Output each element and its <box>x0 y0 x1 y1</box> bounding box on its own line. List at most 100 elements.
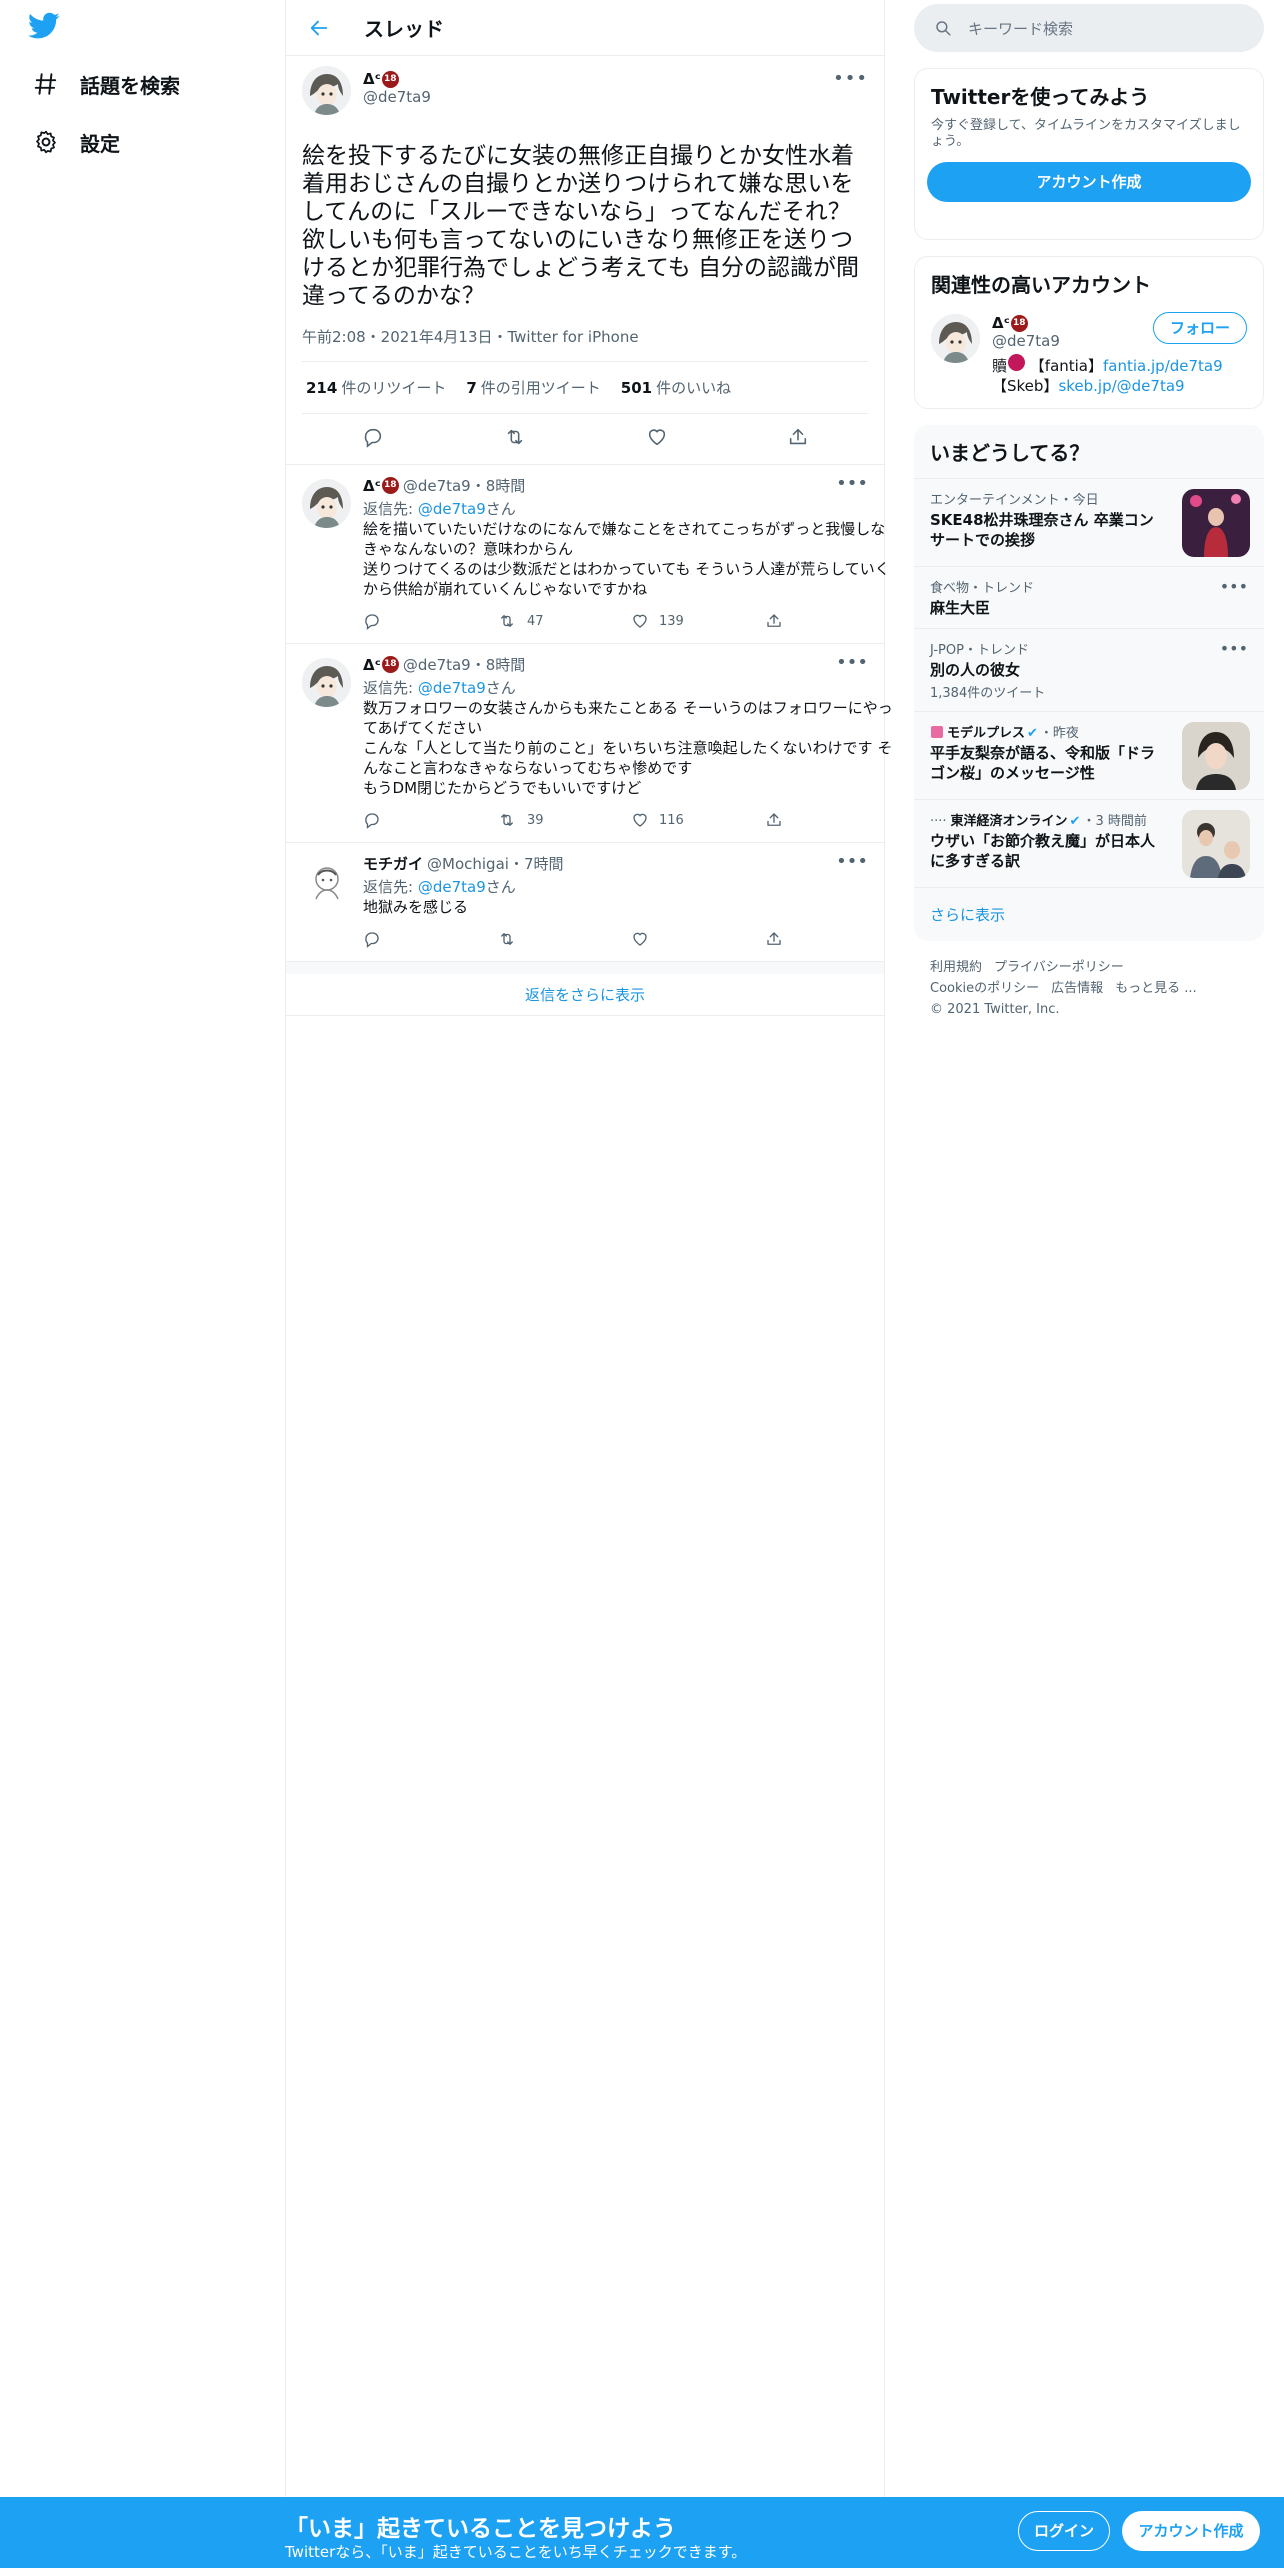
trend-item[interactable]: 食べ物・トレンド 麻生大臣 ••• <box>914 566 1264 628</box>
skeb-link[interactable]: skeb.jp/@de7ta9 <box>1058 377 1184 395</box>
retweet-count[interactable]: 214 件のリツイート <box>306 377 446 398</box>
share-button[interactable] <box>765 612 899 630</box>
reply-button[interactable] <box>363 811 497 829</box>
nav-explore[interactable]: 話題を検索 <box>30 64 180 104</box>
reply-button[interactable] <box>363 930 497 948</box>
display-name[interactable]: Δᶜ 18 <box>363 70 431 88</box>
reply-to-link[interactable]: @de7ta9 <box>418 878 486 896</box>
trend-item[interactable]: J-POP・トレンド 別の人の彼女 1,384件のツイート ••• <box>914 628 1264 711</box>
trend-thumbnail <box>1182 489 1250 557</box>
gear-icon <box>30 126 62 158</box>
news-thumbnail <box>1182 722 1250 790</box>
retweet-icon[interactable] <box>503 426 527 452</box>
trend-meta: J-POP・トレンド <box>930 643 1029 658</box>
share-button[interactable] <box>765 930 899 948</box>
trend-meta: 食べ物・トレンド <box>930 581 1035 596</box>
avatar[interactable] <box>302 479 351 528</box>
reply-text: 地獄みを感じる <box>363 898 469 916</box>
more-icon[interactable]: ••• <box>836 473 868 494</box>
tweet-timestamp[interactable]: 午前2:08・2021年4月13日・Twitter for iPhone <box>302 326 868 362</box>
signup-button[interactable]: アカウント作成 <box>927 162 1251 202</box>
display-name[interactable]: Δᶜ 18 <box>363 477 399 495</box>
nav-settings[interactable]: 設定 <box>30 122 120 162</box>
like-icon[interactable] <box>646 426 668 452</box>
join-title: Twitterを使ってみよう <box>931 85 1150 109</box>
avatar[interactable] <box>302 66 351 115</box>
author-handle[interactable]: @de7ta9 <box>403 477 471 495</box>
avatar[interactable] <box>302 857 351 906</box>
related-accounts-card: 関連性の高いアカウント Δᶜ 18 @de7ta9 贖 【fantia】fanti… <box>914 256 1264 409</box>
bio-text: 【Skeb】 <box>992 377 1059 395</box>
reply-icon[interactable] <box>362 426 384 452</box>
like-icon <box>633 813 647 827</box>
more-icon[interactable]: ••• <box>833 68 868 89</box>
retweet-count-value: 214 <box>306 379 338 397</box>
signup-button[interactable]: アカウント作成 <box>1122 2511 1260 2551</box>
footer-link[interactable]: プライバシーポリシー <box>994 960 1124 975</box>
author-handle[interactable]: @de7ta9 <box>363 88 431 106</box>
like-button[interactable]: 139 <box>631 612 765 630</box>
author-names: Δᶜ 18 @de7ta9 <box>363 66 431 106</box>
reply-header: Δᶜ 18 @de7ta9 ・8時間 <box>363 654 899 675</box>
reply-time[interactable]: ・7時間 <box>509 853 564 874</box>
reply-to-prefix: 返信先: <box>363 500 418 518</box>
share-icon[interactable] <box>787 426 809 452</box>
back-arrow-icon[interactable] <box>304 13 334 43</box>
footer-link[interactable]: Cookieのポリシー <box>930 981 1039 996</box>
display-name[interactable]: モチガイ <box>363 853 423 874</box>
search-input[interactable]: キーワード検索 <box>914 4 1264 52</box>
reply-tweet[interactable]: Δᶜ 18 @de7ta9 ・8時間 返信先: @de7ta9さん 絵を描いていた… <box>286 465 890 644</box>
twitter-bird-icon[interactable] <box>28 12 68 44</box>
author-handle[interactable]: @Mochigai <box>427 855 509 873</box>
share-button[interactable] <box>765 811 899 829</box>
reply-time[interactable]: ・8時間 <box>471 475 526 496</box>
tweet-text: 絵を投下するたびに女装の無修正自撮りとか女性水着着用おじさんの自撮りとか送りつけ… <box>302 143 860 309</box>
reply-to-link[interactable]: @de7ta9 <box>418 500 486 518</box>
more-icon[interactable]: ••• <box>1220 577 1248 596</box>
news-title: 平手友梨奈が語る、令和版「ドラゴン桜」のメッセージ性 <box>930 744 1156 782</box>
verified-icon: ✔ <box>1069 814 1081 829</box>
avatar[interactable] <box>931 314 980 363</box>
more-icon[interactable]: ••• <box>836 652 868 673</box>
reply-tweet[interactable]: Δᶜ 18 @de7ta9 ・8時間 返信先: @de7ta9さん 数万フォロワー… <box>286 644 893 843</box>
reply-to-link[interactable]: @de7ta9 <box>418 679 486 697</box>
more-icon[interactable]: ••• <box>1220 639 1248 658</box>
login-button[interactable]: ログイン <box>1018 2511 1110 2551</box>
retweet-button[interactable] <box>497 930 631 948</box>
tweet-actions <box>302 414 868 464</box>
news-source: モデルプレス <box>947 726 1026 741</box>
avatar[interactable] <box>302 658 351 707</box>
like-button[interactable]: 116 <box>631 811 765 829</box>
more-icon[interactable]: ••• <box>836 851 868 872</box>
reply-tweet[interactable]: モチガイ @Mochigai ・7時間 返信先: @de7ta9さん 地獄みを感… <box>286 843 884 962</box>
reply-time[interactable]: ・8時間 <box>471 654 526 675</box>
join-subtitle: 今すぐ登録して、タイムラインをカスタマイズしましょう。 <box>931 118 1241 149</box>
news-time: ・昨夜 <box>1039 726 1079 741</box>
footer-link[interactable]: もっと見る ... <box>1115 981 1197 996</box>
footer-link[interactable]: 広告情報 <box>1051 981 1103 996</box>
like-button[interactable] <box>631 930 765 948</box>
related-title: 関連性の高いアカウント <box>931 273 1151 297</box>
retweet-button[interactable]: 39 <box>497 811 631 829</box>
share-icon <box>767 932 781 945</box>
display-name[interactable]: Δᶜ 18 <box>363 656 399 674</box>
retweet-count: 47 <box>527 613 544 629</box>
like-count[interactable]: 501 件のいいね <box>621 377 731 398</box>
like-count: 116 <box>659 812 684 828</box>
reply-button[interactable] <box>363 612 497 630</box>
author-handle[interactable]: @de7ta9 <box>403 656 471 674</box>
reply-to-prefix: 返信先: <box>363 878 418 896</box>
trend-item[interactable]: エンターテインメント・今日 SKE48松井珠理奈さん 卒業コンサートでの挨拶 <box>914 478 1264 566</box>
footer-link[interactable]: 利用規約 <box>930 960 982 975</box>
show-more-replies-link[interactable]: 返信をさらに表示 <box>286 962 884 1016</box>
news-item[interactable]: モデルプレス ✔ ・昨夜 平手友梨奈が語る、令和版「ドラゴン桜」のメッセージ性 <box>914 711 1264 799</box>
fantia-link[interactable]: fantia.jp/de7ta9 <box>1103 357 1223 375</box>
age-18-badge: 18 <box>381 656 399 673</box>
quote-count[interactable]: 7 件の引用ツイート <box>466 377 600 398</box>
retweet-button[interactable]: 47 <box>497 612 631 630</box>
news-item[interactable]: ···· 東洋経済オンライン ✔ ・3 時間前 ウザい「お節介教え魔」が日本人に多すぎ… <box>914 799 1264 887</box>
retweet-count-label: 件のリツイート <box>341 379 447 397</box>
follow-button[interactable]: フォロー <box>1152 312 1247 344</box>
related-account[interactable]: Δᶜ 18 @de7ta9 贖 【fantia】fantia.jp/de7ta9 … <box>915 310 1263 408</box>
trends-show-more-link[interactable]: さらに表示 <box>914 887 1264 941</box>
